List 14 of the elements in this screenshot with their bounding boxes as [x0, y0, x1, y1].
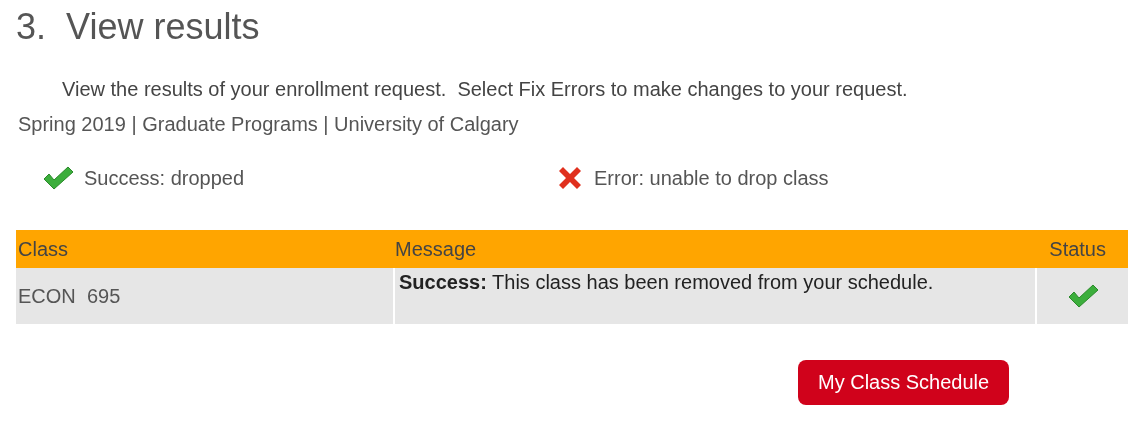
column-header: Class	[16, 230, 393, 268]
step-number: 3.	[16, 6, 47, 48]
legend-label: Error: unable to drop class	[594, 166, 829, 190]
instructions-text: View the results of your enrollment request. Select Fix Errors to make changes to your request.	[62, 78, 909, 101]
class-schedule-button[interactable]: My Class Schedule	[798, 360, 1010, 405]
legend-label: Success: dropped	[84, 166, 245, 190]
term-text: Spring 2019 | Graduate Programs | University of Calgary	[18, 113, 520, 136]
table-cell: ECON 695	[16, 268, 393, 324]
page-title: View results	[66, 6, 260, 48]
check-icon	[1066, 283, 1099, 309]
table-cell: Success: This class has been removed from your schedule.	[393, 268, 1035, 324]
column-header: Message	[393, 230, 1035, 268]
column-header: Status	[1035, 230, 1128, 268]
check-icon	[42, 165, 74, 191]
